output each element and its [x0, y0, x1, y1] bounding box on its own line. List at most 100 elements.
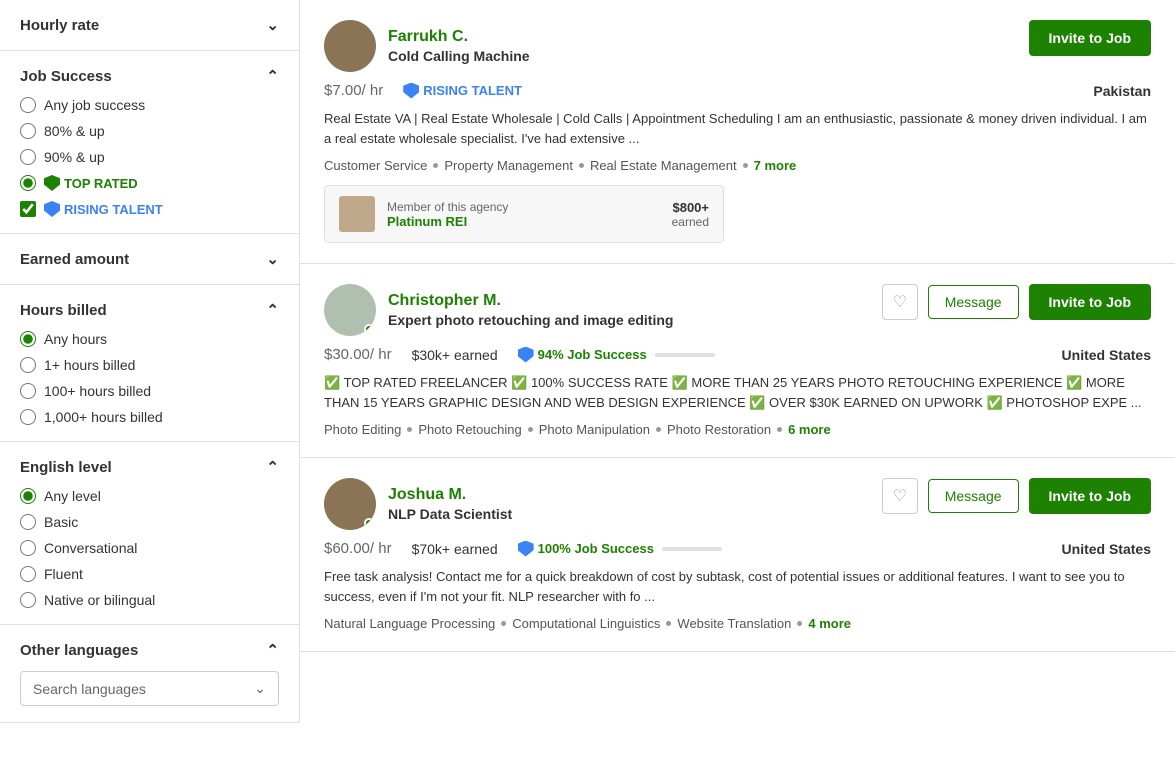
card-actions-christopher: ♡ Message Invite to Job	[882, 284, 1151, 320]
freelancer-card-farrukh: Farrukh C. Cold Calling Machine Invite t…	[300, 0, 1175, 264]
skill-label: Real Estate Management	[590, 158, 737, 173]
skills-christopher: Photo Editing Photo Retouching Photo Man…	[324, 422, 1151, 437]
other-languages-header[interactable]: Other languages ⌃	[20, 641, 279, 659]
card-header-joshua: Joshua M. NLP Data Scientist ♡ Message I…	[324, 478, 1151, 530]
english-any-label: Any level	[44, 488, 101, 504]
job-success-top-rated[interactable]: TOP RATED	[20, 175, 279, 191]
hours-any[interactable]: Any hours	[20, 331, 279, 347]
job-success-header[interactable]: Job Success ⌃	[20, 67, 279, 85]
freelancer-title-farrukh: Cold Calling Machine	[388, 48, 530, 64]
skill-item: Natural Language Processing	[324, 616, 495, 631]
skill-label: Photo Restoration	[667, 422, 771, 437]
invite-btn-christopher[interactable]: Invite to Job	[1029, 284, 1151, 320]
skill-dot	[743, 163, 748, 168]
freelancer-name-christopher[interactable]: Christopher M.	[388, 292, 501, 309]
shield-blue-icon	[44, 201, 60, 217]
card-actions-joshua: ♡ Message Invite to Job	[882, 478, 1151, 514]
job-success-any[interactable]: Any job success	[20, 97, 279, 113]
hours-1plus[interactable]: 1+ hours billed	[20, 357, 279, 373]
main-content: Farrukh C. Cold Calling Machine Invite t…	[300, 0, 1175, 723]
agency-thumb-farrukh	[339, 196, 375, 232]
skill-label: Property Management	[444, 158, 573, 173]
shield-icon-christopher	[518, 347, 534, 363]
freelancer-info-joshua: Joshua M. NLP Data Scientist	[388, 486, 512, 522]
hours-1000plus-label: 1,000+ hours billed	[44, 409, 163, 425]
earned-value-joshua: $70k+	[412, 541, 451, 557]
hours-100plus[interactable]: 100+ hours billed	[20, 383, 279, 399]
other-languages-label: Other languages	[20, 642, 138, 659]
avatar-christopher	[324, 284, 376, 336]
top-rated-badge: TOP RATED	[44, 175, 138, 191]
freelancer-info-farrukh: Farrukh C. Cold Calling Machine	[388, 28, 530, 64]
skill-dot	[777, 427, 782, 432]
card-meta-joshua: $60.00/ hr $70k+ earned 100% Job Success…	[324, 540, 1151, 557]
hourly-rate-header[interactable]: Hourly rate ⌄	[20, 16, 279, 34]
heart-btn-joshua[interactable]: ♡	[882, 478, 918, 514]
job-success-label: Job Success	[20, 68, 112, 85]
skill-dot	[433, 163, 438, 168]
skills-joshua: Natural Language Processing Computationa…	[324, 616, 1151, 631]
invite-btn-farrukh[interactable]: Invite to Job	[1029, 20, 1151, 56]
location-christopher: United States	[1062, 347, 1151, 363]
skills-farrukh: Customer Service Property Management Rea…	[324, 158, 1151, 173]
chevron-down-icon: ⌄	[266, 16, 279, 34]
sidebar-section-hourly-rate: Hourly rate ⌄	[0, 0, 299, 51]
english-level-options: Any level Basic Conversational Fluent Na…	[20, 488, 279, 608]
description-joshua: Free task analysis! Contact me for a qui…	[324, 567, 1151, 606]
rate-value-farrukh: $7.00	[324, 82, 362, 99]
freelancer-info-christopher: Christopher M. Expert photo retouching a…	[388, 292, 673, 328]
skill-item: Customer Service	[324, 158, 427, 173]
more-skills-joshua[interactable]: 4 more	[808, 616, 851, 631]
rising-talent-label: RISING TALENT	[64, 202, 163, 217]
earned-joshua: $70k+ earned	[412, 541, 498, 557]
freelancer-title-joshua: NLP Data Scientist	[388, 506, 512, 522]
english-level-header[interactable]: English level ⌃	[20, 458, 279, 476]
english-native[interactable]: Native or bilingual	[20, 592, 279, 608]
card-meta-christopher: $30.00/ hr $30k+ earned 94% Job Success …	[324, 346, 1151, 363]
rate-value-christopher: $30.00	[324, 346, 370, 363]
skill-item: Photo Restoration	[667, 422, 771, 437]
message-btn-joshua[interactable]: Message	[928, 479, 1019, 513]
hours-billed-options: Any hours 1+ hours billed 100+ hours bil…	[20, 331, 279, 425]
hours-1000plus[interactable]: 1,000+ hours billed	[20, 409, 279, 425]
more-skills-farrukh[interactable]: 7 more	[754, 158, 797, 173]
more-skills-christopher[interactable]: 6 more	[788, 422, 831, 437]
english-native-label: Native or bilingual	[44, 592, 155, 608]
skill-dot	[501, 621, 506, 626]
english-conversational-label: Conversational	[44, 540, 137, 556]
job-success-80[interactable]: 80% & up	[20, 123, 279, 139]
search-languages-box[interactable]: Search languages ⌄	[20, 671, 279, 706]
freelancer-name-farrukh[interactable]: Farrukh C.	[388, 28, 468, 45]
job-success-options: Any job success 80% & up 90% & up TOP RA…	[20, 97, 279, 217]
earned-amount-header[interactable]: Earned amount ⌄	[20, 250, 279, 268]
freelancer-name-joshua[interactable]: Joshua M.	[388, 486, 466, 503]
sidebar-section-job-success: Job Success ⌃ Any job success 80% & up 9…	[0, 51, 299, 234]
hours-billed-header[interactable]: Hours billed ⌃	[20, 301, 279, 319]
shield-green-icon	[44, 175, 60, 191]
skill-item: Website Translation	[677, 616, 791, 631]
sidebar-section-hours-billed: Hours billed ⌃ Any hours 1+ hours billed…	[0, 285, 299, 442]
chevron-up-icon3: ⌃	[266, 458, 279, 476]
english-level-label: English level	[20, 459, 112, 476]
job-success-rising-talent[interactable]: RISING TALENT	[20, 201, 279, 217]
english-fluent[interactable]: Fluent	[20, 566, 279, 582]
skill-dot	[407, 427, 412, 432]
skill-dot	[666, 621, 671, 626]
agency-name[interactable]: Platinum REI	[387, 214, 660, 229]
location-joshua: United States	[1062, 541, 1151, 557]
rate-unit-christopher: / hr	[370, 346, 392, 363]
job-success-bar-christopher	[655, 353, 715, 357]
english-basic[interactable]: Basic	[20, 514, 279, 530]
english-conversational[interactable]: Conversational	[20, 540, 279, 556]
shield-icon-joshua	[518, 541, 534, 557]
english-any[interactable]: Any level	[20, 488, 279, 504]
english-fluent-label: Fluent	[44, 566, 83, 582]
heart-btn-christopher[interactable]: ♡	[882, 284, 918, 320]
job-success-90[interactable]: 90% & up	[20, 149, 279, 165]
rate-joshua: $60.00/ hr	[324, 540, 392, 557]
hourly-rate-label: Hourly rate	[20, 17, 99, 34]
invite-btn-joshua[interactable]: Invite to Job	[1029, 478, 1151, 514]
chevron-down-icon3: ⌄	[254, 680, 266, 697]
message-btn-christopher[interactable]: Message	[928, 285, 1019, 319]
card-meta-farrukh: $7.00/ hr RISING TALENT Pakistan	[324, 82, 1151, 99]
